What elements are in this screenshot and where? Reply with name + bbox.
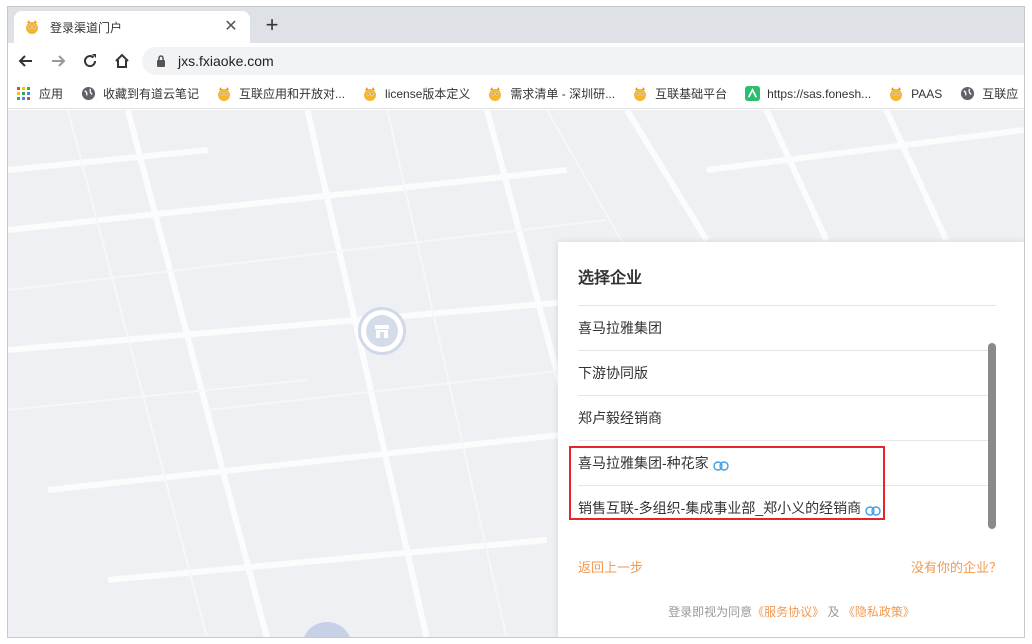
no-company-link[interactable]: 没有你的企业？	[911, 557, 1002, 576]
bookmark-item[interactable]: license版本定义	[362, 85, 470, 102]
apps-grid-icon	[16, 86, 32, 102]
company-item[interactable]: 郑卢毅经销商	[578, 396, 996, 441]
bookmark-label: PAAS	[911, 86, 943, 101]
bookmark-label: license版本定义	[385, 87, 471, 101]
bookmark-item[interactable]: 需求清单 - 深圳研...	[487, 85, 615, 102]
globe-icon	[80, 86, 96, 102]
panel-title: 选择企业	[578, 270, 643, 287]
company-name: 下游协同版	[578, 365, 648, 381]
agreement-text: 登录即视为同意《服务协议》 及 《隐私政策》	[558, 603, 1024, 620]
bookmark-label: https://sas.fonesh...	[767, 86, 872, 101]
globe-icon	[959, 86, 975, 102]
company-name: 喜马拉雅集团	[578, 320, 662, 336]
select-company-panel: 选择企业 喜马拉雅集团 下游协同版 郑卢毅经销商 喜马拉雅集团-种花家 销售互联-多组织…	[558, 242, 1024, 637]
home-button[interactable]	[106, 45, 138, 77]
fxiaoke-icon	[632, 86, 648, 102]
store-icon	[366, 315, 398, 347]
list-scrollbar[interactable]	[988, 343, 996, 529]
browser-window: 登录渠道门户 ✕ + jxs.fxiaoke.com 应用 收藏到有道云笔记 互联应…	[7, 6, 1025, 638]
reload-button[interactable]	[74, 45, 106, 77]
bookmark-label: 互联应	[982, 87, 1019, 101]
bookmark-label: 需求清单 - 深圳研...	[510, 87, 616, 101]
tab-title: 登录渠道门户	[50, 20, 123, 35]
browser-toolbar: jxs.fxiaoke.com	[8, 43, 1024, 79]
home-icon	[115, 53, 129, 68]
bookmark-label: 互联基础平台	[655, 87, 728, 101]
fxiaoke-icon	[888, 86, 904, 102]
company-item[interactable]: 下游协同版	[578, 351, 996, 396]
agreement-prefix: 登录即视为同意	[668, 605, 753, 619]
bookmark-label: 应用	[39, 87, 64, 101]
company-item[interactable]: 喜马拉雅集团	[578, 306, 996, 351]
bookmark-item[interactable]: 互联基础平台	[632, 85, 727, 102]
new-tab-button[interactable]: +	[260, 14, 284, 38]
address-bar[interactable]: jxs.fxiaoke.com	[142, 47, 1024, 75]
bookmark-item[interactable]: 应用	[16, 85, 63, 102]
privacy-policy-link[interactable]: 《隐私政策》	[843, 605, 915, 619]
bookmark-label: 互联应用和开放对...	[239, 87, 346, 101]
agreement-and: 及	[827, 605, 840, 619]
highlight-box	[569, 446, 885, 520]
bookmarks-bar: 应用 收藏到有道云笔记 互联应用和开放对... license版本定义 需求清单 - 深…	[8, 79, 1024, 109]
back-button[interactable]	[10, 45, 42, 77]
page-content: 选择企业 喜马拉雅集团 下游协同版 郑卢毅经销商 喜马拉雅集团-种花家 销售互联-多组织…	[8, 110, 1024, 637]
bookmark-item[interactable]: PAAS	[888, 86, 942, 102]
back-link[interactable]: 返回上一步	[578, 557, 643, 576]
url-text: jxs.fxiaoke.com	[178, 53, 274, 69]
fxiaoke-icon	[216, 86, 232, 102]
arrow-left-icon	[18, 55, 32, 67]
arrow-right-icon	[52, 55, 66, 67]
bookmark-item[interactable]: 收藏到有道云笔记	[80, 85, 199, 102]
browser-tab[interactable]: 登录渠道门户 ✕	[14, 11, 250, 43]
bookmark-label: 收藏到有道云笔记	[103, 87, 200, 101]
bookmark-item[interactable]: https://sas.fonesh...	[744, 86, 871, 102]
fxiaoke-icon	[487, 86, 503, 102]
lock-icon	[157, 55, 165, 67]
bookmark-item[interactable]: 互联应用和开放对...	[216, 85, 345, 102]
fxiaoke-icon	[26, 20, 38, 34]
forward-button[interactable]	[42, 45, 74, 77]
bookmark-item[interactable]: 互联应	[959, 85, 1018, 102]
fxiaoke-icon	[362, 86, 378, 102]
green-app-icon	[744, 86, 760, 102]
reload-icon	[84, 54, 97, 68]
company-name: 郑卢毅经销商	[578, 410, 662, 426]
service-agreement-link[interactable]: 《服务协议》	[752, 605, 824, 619]
map-store-marker[interactable]	[358, 307, 406, 355]
tab-strip: 登录渠道门户 ✕ +	[8, 7, 1024, 43]
tab-close-icon[interactable]: ✕	[222, 18, 240, 36]
